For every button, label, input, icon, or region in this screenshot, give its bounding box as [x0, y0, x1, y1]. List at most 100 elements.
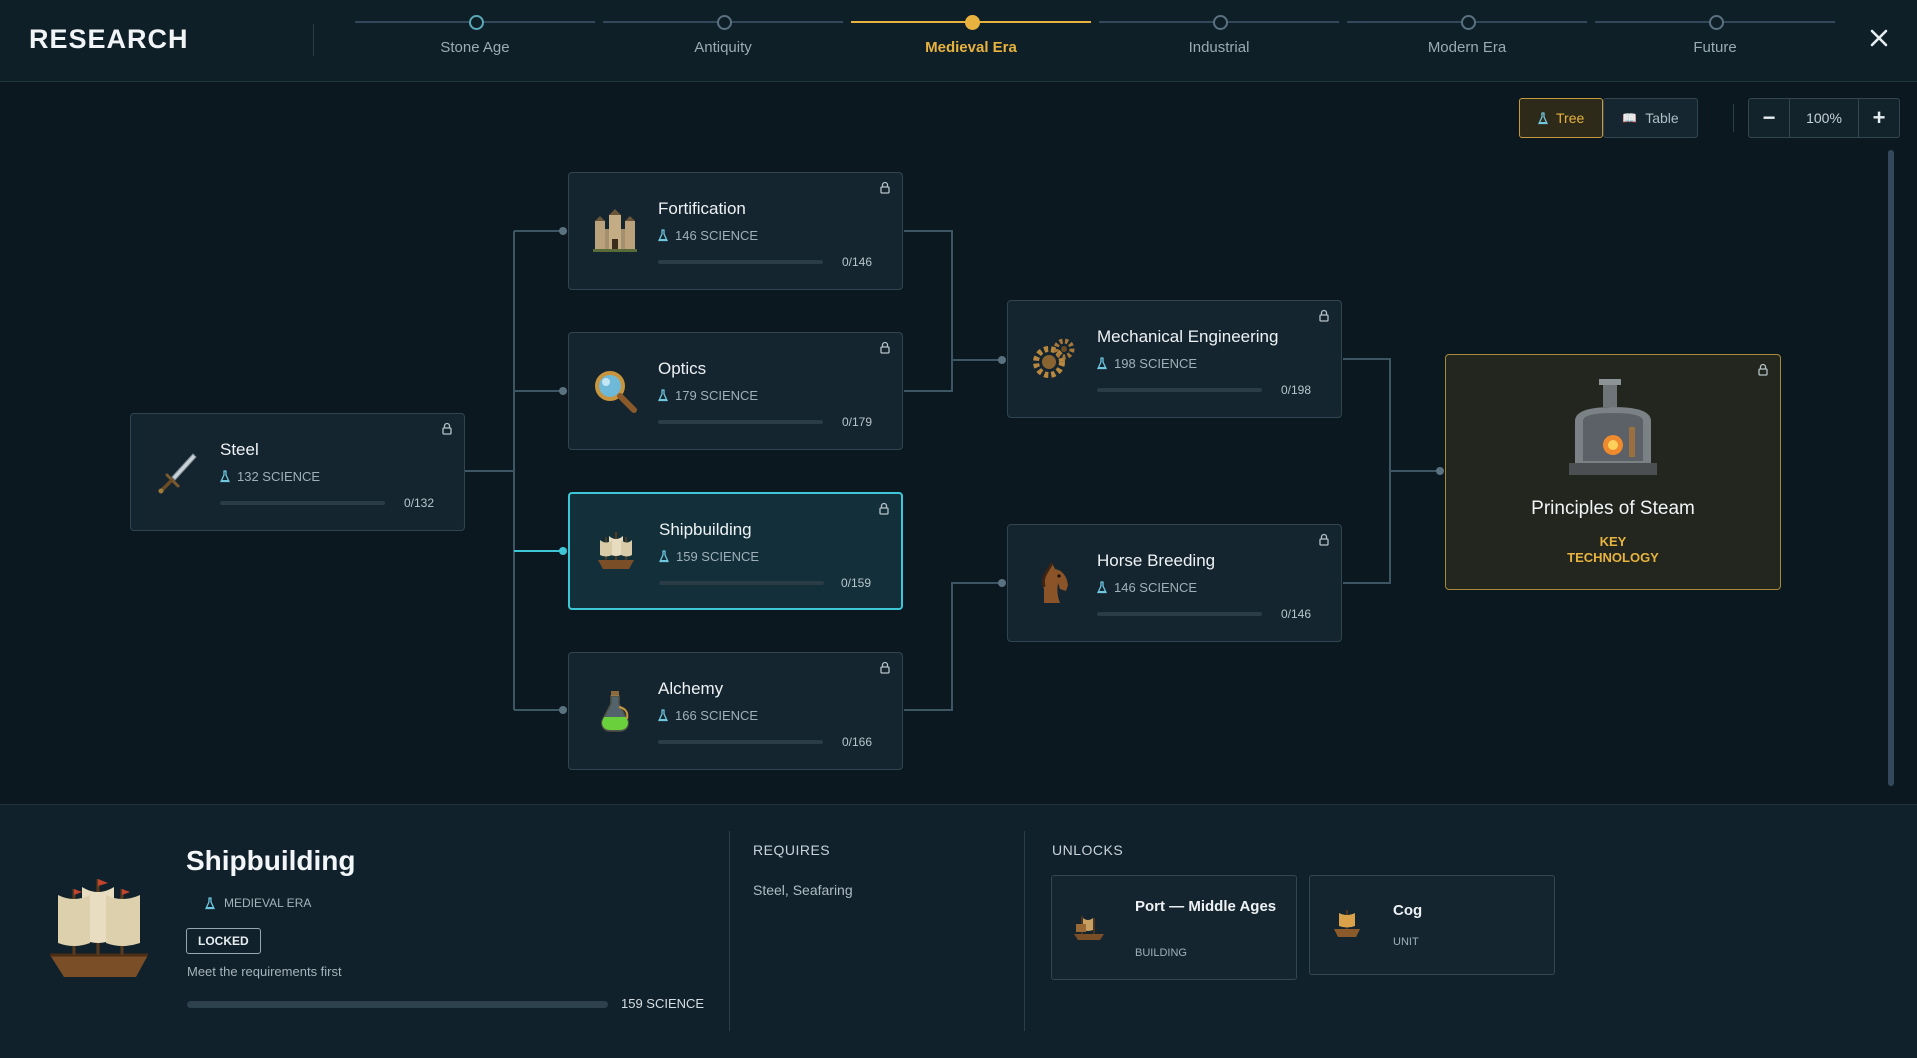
ship-icon: [50, 879, 148, 977]
zoom-level: 100%: [1789, 99, 1859, 137]
era-marker: [469, 15, 484, 30]
zoom-in-button[interactable]: +: [1859, 99, 1899, 137]
progress-text: 0/132: [403, 496, 434, 510]
era-marker: [1461, 15, 1476, 30]
progress-bar: [659, 581, 824, 585]
progress-bar: [1097, 612, 1262, 616]
book-icon: 📖: [1622, 111, 1638, 125]
lock-icon: [880, 181, 890, 194]
research-header: RESEARCH Stone Age Antiquity Medieval Er…: [0, 0, 1917, 82]
era-tab-industrial[interactable]: Industrial: [1099, 0, 1347, 80]
detail-divider: [729, 831, 730, 1031]
lock-icon: [880, 341, 890, 354]
toolbar-divider: [1733, 104, 1734, 132]
close-button[interactable]: [1864, 23, 1894, 53]
tech-node-horse-breeding[interactable]: Horse Breeding 146 SCIENCE 0/146: [1007, 524, 1342, 642]
flask-icon: [1097, 581, 1107, 594]
progress-text: 0/159: [840, 576, 871, 590]
flask-icon: [1538, 111, 1548, 124]
table-view-button[interactable]: 📖 Table: [1603, 98, 1698, 138]
flask-icon: [1097, 357, 1107, 370]
tech-node-alchemy[interactable]: Alchemy 166 SCIENCE 0/166: [568, 652, 903, 770]
unlock-name: Cog: [1393, 902, 1423, 919]
tech-cost: 132 SCIENCE: [220, 469, 320, 484]
tech-name: Alchemy: [658, 679, 724, 698]
scrollbar-thumb[interactable]: [1888, 150, 1894, 786]
era-label: Medieval Era: [925, 39, 1017, 56]
port-icon: [1074, 916, 1104, 940]
tech-name: Optics: [658, 359, 707, 378]
era-tab-future[interactable]: Future: [1595, 0, 1843, 80]
flask-icon: [659, 550, 669, 563]
tech-node-mechanical-engineering[interactable]: Mechanical Engineering 198 SCIENCE 0/198: [1007, 300, 1342, 418]
key-technology-badge: KEY TECHNOLOGY: [1446, 534, 1780, 566]
tech-node-shipbuilding[interactable]: Shipbuilding 159 SCIENCE 0/159: [568, 492, 903, 610]
progress-text: 0/179: [841, 415, 872, 429]
detail-progress-bar: [187, 1001, 608, 1008]
lock-icon: [1319, 309, 1329, 322]
tech-name: Principles of Steam: [1531, 498, 1695, 519]
tech-cost: 166 SCIENCE: [658, 708, 758, 723]
progress-text: 0/146: [841, 255, 872, 269]
era-marker: [1709, 15, 1724, 30]
tech-cost: 146 SCIENCE: [658, 228, 758, 243]
lock-icon: [880, 661, 890, 674]
tech-node-fortification[interactable]: Fortification 146 SCIENCE 0/146: [568, 172, 903, 290]
tech-detail-panel: Shipbuilding MEDIEVAL ERA LOCKED Meet th…: [0, 804, 1917, 1058]
tech-cost: 198 SCIENCE: [1097, 356, 1197, 371]
sword-icon: [158, 453, 197, 494]
progress-bar: [1097, 388, 1262, 392]
lock-icon: [1319, 533, 1329, 546]
tech-cost: 159 SCIENCE: [659, 549, 759, 564]
era-tab-medieval-era[interactable]: Medieval Era: [851, 0, 1099, 80]
tech-cost-label: 159 SCIENCE: [676, 549, 760, 564]
detail-title: Shipbuilding: [186, 845, 356, 876]
progress-bar: [658, 740, 823, 744]
unlock-type: BUILDING: [1135, 947, 1187, 959]
tech-cost-label: 132 SCIENCE: [237, 469, 321, 484]
unlock-card-cog[interactable]: Cog UNIT: [1309, 875, 1555, 975]
requires-heading: REQUIRES: [753, 842, 831, 858]
progress-bar: [220, 501, 385, 505]
tech-node-optics[interactable]: Optics 179 SCIENCE 0/179: [568, 332, 903, 450]
horse-icon: [1041, 562, 1068, 603]
tree-scrollbar[interactable]: [1888, 150, 1894, 786]
unlock-card-port[interactable]: Port — Middle Ages BUILDING: [1051, 875, 1297, 980]
tech-cost-label: 198 SCIENCE: [1114, 356, 1198, 371]
tree-view-label: Tree: [1556, 110, 1585, 126]
flask-icon: [205, 896, 215, 909]
tech-cost: 146 SCIENCE: [1097, 580, 1197, 595]
era-label: Industrial: [1188, 39, 1250, 56]
lock-icon: [442, 422, 452, 435]
tech-cost-label: 166 SCIENCE: [675, 708, 759, 723]
cog-ship-icon: [1334, 910, 1360, 937]
era-label: Future: [1693, 39, 1737, 56]
detail-era-label: MEDIEVAL ERA: [224, 896, 312, 910]
potion-icon: [601, 691, 629, 732]
requires-list: Steel, Seafaring: [753, 882, 853, 898]
era-tab-stone-age[interactable]: Stone Age: [355, 0, 603, 80]
tech-name: Shipbuilding: [659, 520, 752, 539]
tech-node-steel[interactable]: Steel 132 SCIENCE 0/132: [130, 413, 465, 531]
progress-bar: [658, 260, 823, 264]
tech-cost-label: 179 SCIENCE: [675, 388, 759, 403]
view-toggle: Tree 📖 Table: [1519, 98, 1698, 138]
era-marker: [1213, 15, 1228, 30]
era-tab-antiquity[interactable]: Antiquity: [603, 0, 851, 80]
tech-cost-label: 146 SCIENCE: [675, 228, 759, 243]
header-divider: [313, 24, 314, 56]
era-label: Stone Age: [440, 39, 510, 56]
era-tab-modern-era[interactable]: Modern Era: [1347, 0, 1595, 80]
tech-name: Steel: [220, 440, 259, 459]
tech-node-principles-of-steam[interactable]: Principles of Steam KEY TECHNOLOGY: [1445, 354, 1781, 590]
tech-name: Mechanical Engineering: [1097, 327, 1279, 346]
unlock-name: Port — Middle Ages: [1135, 898, 1277, 915]
magnifier-icon: [595, 371, 637, 413]
zoom-out-button[interactable]: −: [1749, 99, 1789, 137]
progress-text: 0/198: [1280, 383, 1311, 397]
close-icon: [1870, 29, 1888, 47]
castle-icon: [593, 209, 637, 252]
progress-bar: [658, 420, 823, 424]
detail-cost: 159 SCIENCE: [621, 996, 705, 1011]
tree-view-button[interactable]: Tree: [1519, 98, 1604, 138]
